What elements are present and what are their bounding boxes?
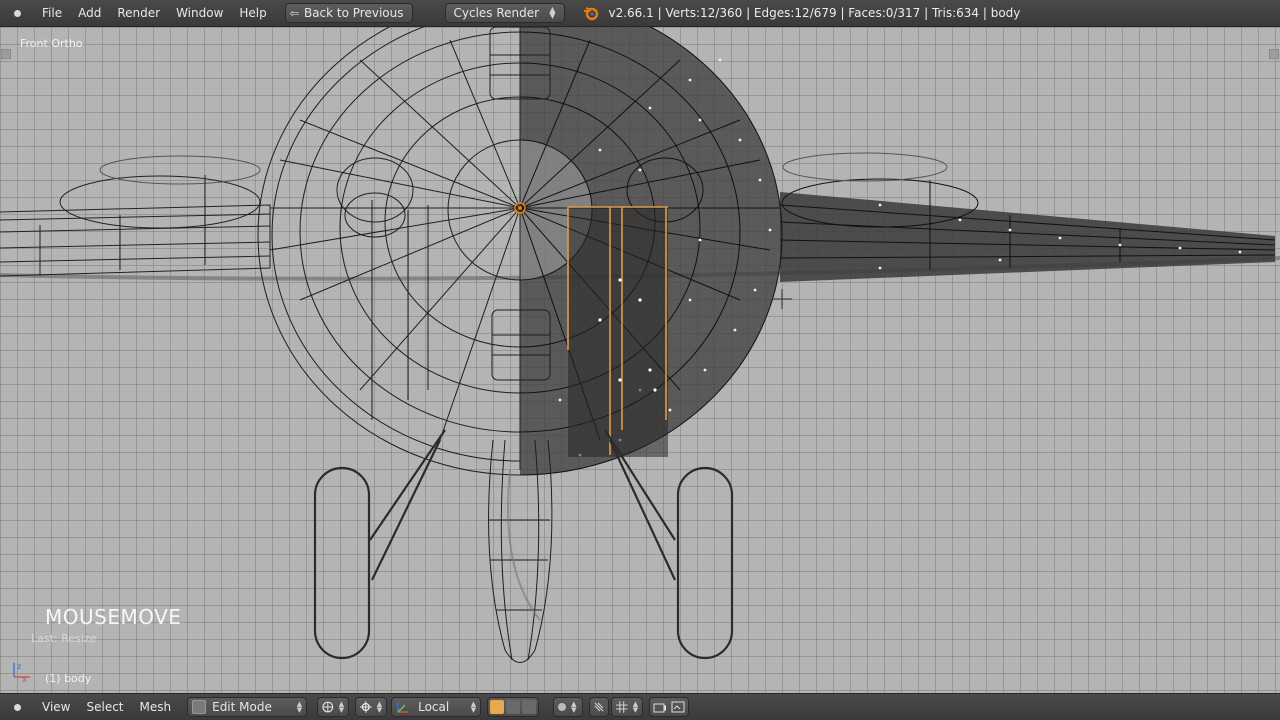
render-preview-icon[interactable]	[671, 701, 685, 713]
vertex-select-icon[interactable]	[490, 700, 505, 714]
proportional-edit-select[interactable]: ▲ ▼	[553, 697, 584, 717]
menu-file[interactable]: File	[34, 0, 70, 27]
transform-orientation-value: Local	[418, 700, 450, 714]
airplane-wireframe-mesh[interactable]	[0, 27, 1280, 693]
active-object-label: (1) body	[45, 672, 92, 685]
editor-type-button[interactable]	[0, 0, 34, 27]
updown-arrows-icon: ▲ ▼	[338, 700, 345, 714]
snap-toggle-button[interactable]	[589, 697, 610, 717]
menu-window[interactable]: Window	[168, 0, 231, 27]
menu-view[interactable]: View	[34, 694, 78, 720]
select-mode-group	[487, 697, 540, 717]
camera-icon[interactable]	[653, 701, 667, 713]
viewport-corner-handle[interactable]	[1269, 49, 1279, 59]
manipulator-axes-icon	[397, 702, 409, 713]
viewport-corner-handle[interactable]	[1, 49, 11, 59]
snap-element-select[interactable]: ▲ ▼	[611, 697, 644, 717]
pivot-point-select[interactable]: ▲ ▼	[355, 697, 388, 717]
viewport-shading-select[interactable]: ▲ ▼	[317, 697, 350, 717]
updown-arrows-icon: ▲ ▼	[296, 700, 303, 714]
menu-mesh[interactable]: Mesh	[132, 694, 180, 720]
menu-add[interactable]: Add	[70, 0, 109, 27]
updown-arrows-icon: ▲ ▼	[571, 700, 577, 714]
shading-sphere-icon	[322, 701, 334, 713]
transform-orientation-select[interactable]: Local ▲ ▼	[391, 697, 482, 717]
updown-arrows-icon: ▲ ▼	[376, 700, 383, 714]
mode-select[interactable]: Edit Mode ▲ ▼	[187, 697, 308, 717]
render-engine-value: Cycles Render	[453, 6, 540, 20]
editor-type-button[interactable]	[0, 694, 34, 720]
menu-render[interactable]: Render	[109, 0, 168, 27]
back-arrow-icon: ⇦	[289, 6, 299, 20]
3d-viewport[interactable]: Front Ortho MOUSEMOVE Last: Resize z x (…	[0, 27, 1280, 693]
pivot-point-icon	[360, 701, 372, 713]
face-select-icon[interactable]	[522, 700, 537, 714]
proportional-edit-icon	[558, 703, 567, 711]
render-buttons-group	[649, 697, 690, 717]
3d-view-header: View Select Mesh Edit Mode ▲ ▼ ▲ ▼ ▲ ▼ Loca…	[0, 693, 1280, 720]
render-engine-select[interactable]: Cycles Render ▲ ▼	[444, 3, 565, 23]
edit-mode-icon	[192, 700, 207, 714]
snap-magnet-icon	[594, 702, 604, 712]
axis-gizmo-icon: z x	[13, 662, 30, 683]
svg-text:x: x	[22, 675, 27, 683]
editor-type-icon	[13, 9, 21, 17]
updown-arrows-icon: ▲ ▼	[549, 5, 556, 20]
blender-logo-icon	[583, 7, 598, 21]
edge-select-icon[interactable]	[506, 700, 521, 714]
mode-value: Edit Mode	[212, 700, 272, 714]
menu-help[interactable]: Help	[231, 0, 274, 27]
last-operator-label: Last: Resize	[31, 632, 97, 645]
svg-text:z: z	[17, 662, 21, 671]
scene-statistics: v2.66.1 | Verts:12/360 | Edges:12/679 | …	[608, 6, 1021, 20]
operator-display: MOUSEMOVE	[45, 605, 182, 629]
editor-type-icon	[13, 703, 21, 711]
info-header: File Add Render Window Help ⇦ Back to Pr…	[0, 0, 1280, 27]
view-label: Front Ortho	[20, 37, 83, 50]
back-to-previous-label: Back to Previous	[303, 6, 404, 20]
back-to-previous-button[interactable]: ⇦ Back to Previous	[284, 3, 413, 23]
menu-select[interactable]: Select	[78, 694, 131, 720]
updown-arrows-icon: ▲ ▼	[470, 700, 477, 714]
snap-grid-icon	[616, 701, 628, 713]
updown-arrows-icon: ▲ ▼	[632, 700, 639, 714]
